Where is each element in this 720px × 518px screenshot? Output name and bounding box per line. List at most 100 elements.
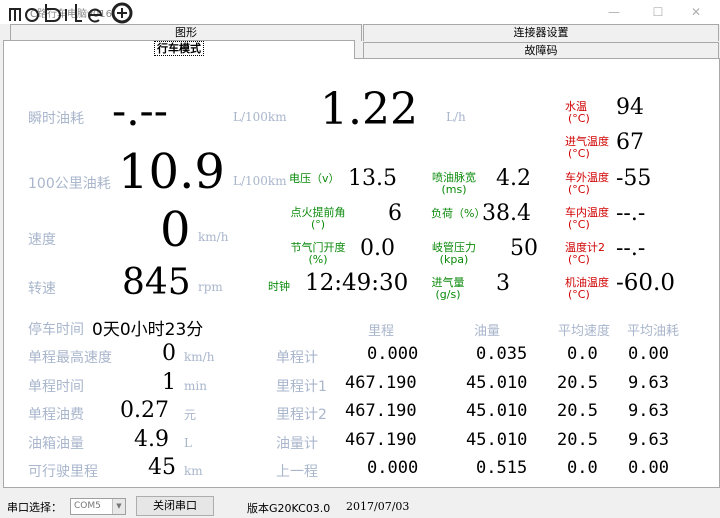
cell-distance: 0.000 bbox=[367, 344, 419, 364]
tank-label: 油箱油量 bbox=[28, 436, 84, 452]
cell-avg-speed: 0.0 bbox=[567, 344, 598, 364]
rpm-value: 845 bbox=[122, 262, 191, 303]
intake-temp-block: 进气温度 (°C) bbox=[565, 136, 613, 160]
trip-time-label: 单程时间 bbox=[28, 379, 84, 395]
port-select[interactable]: COM5 ▼ bbox=[70, 498, 126, 515]
tab-graphics[interactable]: 图形 bbox=[10, 24, 362, 41]
cell-avg-fuel: 9.63 bbox=[628, 401, 669, 421]
port-select-value: COM5 bbox=[74, 501, 101, 511]
manifold-pressure-value: 50 bbox=[510, 236, 538, 261]
trip-cost-label: 单程油费 bbox=[28, 407, 84, 423]
cell-avg-fuel: 0.00 bbox=[628, 344, 669, 364]
injection-width-block: 喷油脉宽 (ms) bbox=[431, 172, 477, 196]
cell-distance: 0.000 bbox=[367, 458, 419, 478]
rpm-label: 转速 bbox=[28, 281, 56, 297]
ignition-advance-block: 点火提前角 (°) bbox=[289, 207, 347, 231]
manifold-pressure-unit: (kpa) bbox=[439, 253, 469, 266]
title-bar: C路行车电脑v016 — ☐ ✕ bbox=[0, 0, 720, 24]
row-label: 上一程 bbox=[276, 464, 318, 480]
oil-temp-value: -60.0 bbox=[616, 270, 675, 296]
load-value: 38.4 bbox=[482, 201, 531, 226]
maximize-button[interactable]: ☐ bbox=[638, 2, 678, 22]
temp2-unit: (°C) bbox=[568, 253, 590, 266]
range-value: 45 bbox=[148, 455, 176, 480]
outside-temp-block: 车外温度 (°C) bbox=[565, 172, 613, 196]
range-label: 可行驶里程 bbox=[28, 464, 98, 480]
cell-avg-speed: 20.5 bbox=[557, 401, 598, 421]
row-label: 油量计 bbox=[276, 436, 318, 452]
row-label: 里程计2 bbox=[276, 407, 327, 423]
outside-temp-value: -55 bbox=[616, 166, 652, 191]
close-port-button[interactable]: 关闭串口 bbox=[136, 496, 214, 516]
inside-temp-unit: (°C) bbox=[568, 218, 590, 231]
rpm-unit: rpm bbox=[198, 280, 223, 294]
clock-value: 12:49:30 bbox=[305, 270, 409, 296]
injection-width-unit: (ms) bbox=[441, 183, 467, 196]
fuel-100km-label: 100公里油耗 bbox=[28, 176, 111, 192]
voltage-label: 电压（v） bbox=[289, 172, 340, 185]
hourly-fuel-value: 1.22 bbox=[320, 84, 418, 135]
speed-value: 0 bbox=[160, 202, 191, 258]
close-button[interactable]: ✕ bbox=[676, 2, 716, 22]
instant-fuel-value: -.-- bbox=[112, 86, 168, 135]
cell-fuel: 45.010 bbox=[466, 430, 528, 450]
stop-time-value: 0天0小时23分 bbox=[92, 320, 204, 340]
col-header-avg-fuel: 平均油耗 bbox=[627, 324, 680, 339]
row-label: 里程计1 bbox=[276, 379, 327, 395]
clock-label: 时钟 bbox=[268, 280, 290, 293]
stop-time-label: 停车时间 bbox=[28, 322, 84, 338]
outside-temp-unit: (°C) bbox=[568, 183, 590, 196]
trip-cost-unit: 元 bbox=[184, 408, 197, 422]
cell-avg-fuel: 9.63 bbox=[628, 430, 669, 450]
instant-fuel-label: 瞬时油耗 bbox=[28, 111, 84, 127]
row-label: 单程计 bbox=[276, 350, 318, 366]
intake-flow-value: 3 bbox=[496, 271, 510, 296]
tank-value: 4.9 bbox=[134, 427, 169, 452]
speed-unit: km/h bbox=[198, 230, 229, 244]
cell-avg-fuel: 0.00 bbox=[628, 458, 669, 478]
cell-distance: 467.190 bbox=[345, 373, 417, 393]
trip-cost-value: 0.27 bbox=[120, 398, 169, 423]
tab-driving-mode-label: 行车模式 bbox=[154, 41, 204, 56]
cell-distance: 467.190 bbox=[345, 430, 417, 450]
water-temp-unit: (°C) bbox=[568, 112, 590, 125]
inside-temp-value: --.- bbox=[616, 201, 646, 226]
cell-fuel: 45.010 bbox=[466, 401, 528, 421]
cell-avg-speed: 20.5 bbox=[557, 373, 598, 393]
inside-temp-block: 车内温度 (°C) bbox=[565, 207, 613, 231]
col-header-avg-speed: 平均速度 bbox=[558, 324, 611, 339]
range-unit: km bbox=[184, 464, 203, 478]
tank-unit: L bbox=[184, 436, 192, 450]
col-header-distance: 里程 bbox=[368, 324, 395, 339]
chevron-down-icon[interactable]: ▼ bbox=[112, 499, 125, 514]
port-select-label: 串口选择： bbox=[7, 501, 62, 514]
trip-time-value: 1 bbox=[162, 370, 176, 395]
fuel-100km-unit: L/100km bbox=[233, 174, 287, 188]
intake-temp-value: 67 bbox=[616, 130, 644, 155]
version-text: 版本G20KC03.0 bbox=[247, 502, 331, 515]
intake-flow-unit: (g/s) bbox=[435, 288, 461, 301]
hourly-fuel-unit: L/h bbox=[446, 110, 466, 124]
oil-temp-block: 机油温度 (°C) bbox=[565, 277, 613, 301]
manifold-pressure-block: 岐管压力 (kpa) bbox=[431, 242, 477, 266]
minimize-button[interactable]: — bbox=[594, 2, 634, 22]
fuel-100km-value: 10.9 bbox=[118, 144, 225, 200]
intake-flow-block: 进气量 (g/s) bbox=[431, 277, 465, 301]
tab-driving-mode[interactable]: 行车模式 bbox=[3, 40, 355, 59]
col-header-fuel: 油量 bbox=[474, 324, 501, 339]
throttle-value: 0.0 bbox=[360, 236, 395, 261]
cell-fuel: 45.010 bbox=[466, 373, 528, 393]
throttle-unit: (%) bbox=[308, 253, 328, 266]
throttle-block: 节气门开度 (%) bbox=[289, 242, 347, 266]
cell-avg-fuel: 9.63 bbox=[628, 373, 669, 393]
intake-temp-unit: (°C) bbox=[568, 147, 590, 160]
tab-connector-settings[interactable]: 连接器设置 bbox=[363, 24, 719, 41]
load-label: 负荷（%） bbox=[431, 207, 486, 220]
water-temp-value: 94 bbox=[616, 95, 644, 120]
max-speed-label: 单程最高速度 bbox=[28, 350, 112, 366]
temp2-value: --.- bbox=[616, 236, 646, 261]
tab-fault-codes[interactable]: 故障码 bbox=[363, 42, 719, 59]
ignition-advance-value: 6 bbox=[388, 201, 402, 226]
oil-temp-unit: (°C) bbox=[568, 288, 590, 301]
instant-fuel-unit: L/100km bbox=[233, 110, 287, 124]
